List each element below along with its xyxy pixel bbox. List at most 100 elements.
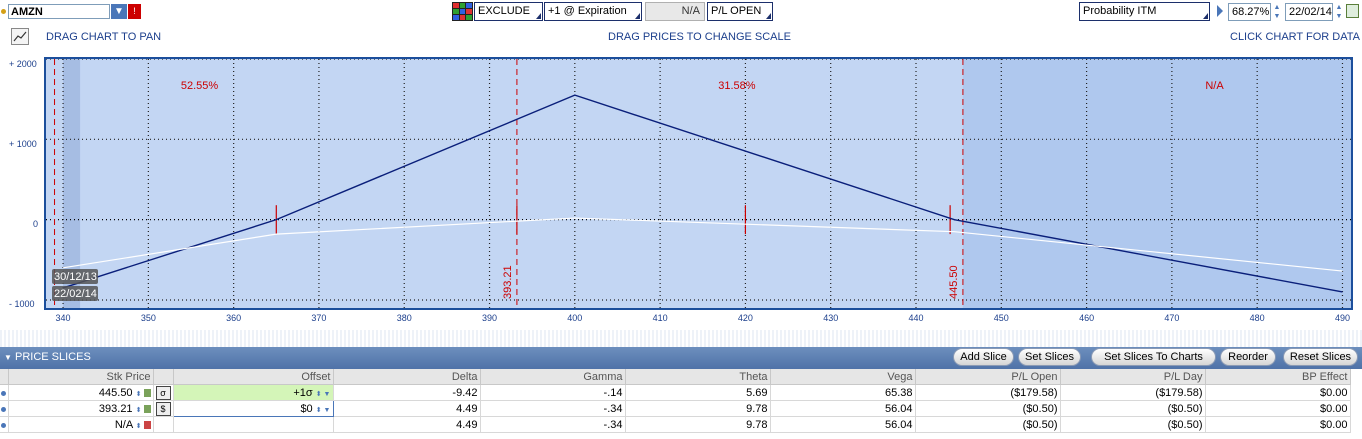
delta-cell: 4.49	[333, 400, 481, 417]
vega-cell: 56.04	[770, 416, 916, 433]
risk-profile-chart[interactable]: 52.55% 31.58% N/A 393.21 445.50 30/12/13 22/02…	[44, 57, 1353, 310]
offset-value: +1σ	[293, 386, 313, 399]
pl-open-cell: ($0.50)	[915, 400, 1061, 417]
table-row[interactable]: 445.50 ⬍ σ +1σ ⬍ ▼ -9.42 -.14 5.69 65.38…	[0, 384, 1351, 401]
x-tick-label: 480	[1249, 313, 1265, 323]
price-slices-table: Stk Price Offset Delta Gamma Theta Vega …	[0, 369, 1351, 433]
x-tick-label: 440	[908, 313, 924, 323]
table-row[interactable]: N/A ⬍ 4.49 -.34 9.78 56.04 ($0.50) ($0.5…	[0, 416, 1351, 433]
col-stk-price[interactable]: Stk Price	[8, 369, 154, 385]
offset-cell[interactable]	[173, 416, 334, 433]
offset-cell[interactable]: +1σ ⬍ ▼	[173, 384, 334, 401]
set-slices-button[interactable]: Set Slices	[1018, 348, 1081, 366]
x-tick-label: 410	[652, 313, 668, 323]
x-tick-label: 360	[226, 313, 242, 323]
stk-price-value: 445.50	[98, 386, 133, 399]
table-row[interactable]: 393.21 ⬍ $ $0 ⬍ ▼ 4.49 -.34 9.78 56.04 (…	[0, 400, 1351, 417]
set-slices-to-charts-button[interactable]: Set Slices To Charts	[1091, 348, 1216, 366]
x-tick-label: 390	[482, 313, 498, 323]
sigma-toggle-icon[interactable]: σ	[155, 385, 171, 400]
col-delta[interactable]: Delta	[333, 369, 481, 385]
symbol-flag-icon[interactable]: !	[128, 4, 141, 19]
col-offset[interactable]: Offset	[173, 369, 334, 385]
stepper-icon[interactable]: ⬍ ▼	[316, 407, 331, 414]
add-slice-button[interactable]: Add Slice	[953, 348, 1014, 366]
probability-spinner[interactable]: ▲ ▼	[1272, 3, 1282, 21]
col-pl-open[interactable]: P/L Open	[915, 369, 1061, 385]
na-zone	[962, 59, 1351, 308]
gamma-cell: -.14	[480, 384, 626, 401]
lock-icon[interactable]	[143, 388, 151, 397]
exclude-select[interactable]: EXCLUDE	[474, 2, 543, 21]
probability-value-field[interactable]: 68.27%	[1228, 3, 1271, 21]
symbol-dropdown-button[interactable]: ▼	[111, 4, 127, 19]
lock-icon[interactable]	[143, 404, 151, 413]
row-indicator-icon	[1, 422, 7, 428]
dollar-toggle-icon[interactable]: $	[155, 401, 171, 416]
stk-price-value: N/A	[114, 418, 133, 431]
probability-zone-label: 52.55%	[181, 80, 219, 92]
expiration-select[interactable]: +1 @ Expiration	[544, 2, 642, 21]
offset-value: $0	[300, 402, 313, 415]
stepper-icon[interactable]: ⬍	[136, 423, 142, 430]
divider	[0, 330, 1362, 347]
col-pl-day[interactable]: P/L Day	[1060, 369, 1206, 385]
play-icon[interactable]	[1217, 5, 1223, 17]
x-tick-label: 470	[1164, 313, 1180, 323]
reset-slices-button[interactable]: Reset Slices	[1283, 348, 1358, 366]
color-grid-icon[interactable]	[452, 2, 473, 21]
drag-pan-hint: DRAG CHART TO PAN	[46, 31, 162, 43]
price-marker-label: 393.21	[502, 265, 514, 299]
col-gamma[interactable]: Gamma	[480, 369, 626, 385]
gamma-cell: -.34	[480, 416, 626, 433]
status-dot	[1, 9, 6, 14]
offset-cell[interactable]: $0 ⬍ ▼	[172, 400, 334, 417]
pl-day-cell: ($0.50)	[1060, 416, 1206, 433]
y-tick-label: + 1000	[9, 139, 37, 149]
gamma-cell: -.34	[480, 400, 626, 417]
theta-cell: 5.69	[625, 384, 771, 401]
stk-price-value: 393.21	[98, 402, 133, 415]
col-theta[interactable]: Theta	[625, 369, 771, 385]
bp-effect-cell: $0.00	[1205, 416, 1351, 433]
probability-zone-label: 31.58%	[718, 80, 756, 92]
probability-zone-label: N/A	[1205, 80, 1224, 92]
symbol-input[interactable]: AMZN	[8, 4, 110, 19]
stepper-icon[interactable]: ⬍	[136, 391, 142, 398]
stk-price-cell[interactable]: 393.21 ⬍	[8, 400, 154, 417]
calendar-icon[interactable]	[1346, 4, 1359, 18]
pl-open-cell: ($179.58)	[915, 384, 1061, 401]
chevron-down-icon	[635, 13, 640, 19]
stk-price-cell[interactable]: N/A ⬍	[8, 416, 154, 433]
vega-cell: 65.38	[770, 384, 916, 401]
x-tick-label: 430	[823, 313, 839, 323]
na-field[interactable]: N/A	[645, 2, 705, 21]
date-field[interactable]: 22/02/14	[1285, 3, 1333, 21]
date-badge-label: 30/12/13	[54, 271, 97, 283]
reorder-button[interactable]: Reorder	[1220, 348, 1276, 366]
pl-open-label: P/L OPEN	[711, 5, 762, 17]
price-marker-label: 445.50	[948, 265, 960, 299]
pl-open-select[interactable]: P/L OPEN	[707, 2, 773, 21]
x-tick-label: 370	[311, 313, 327, 323]
delta-cell: 4.49	[333, 416, 481, 433]
x-tick-label: 490	[1334, 313, 1350, 323]
chart-canvas[interactable]: 52.55% 31.58% N/A 393.21 445.50 30/12/13 22/02…	[46, 59, 1351, 308]
stk-price-cell[interactable]: 445.50 ⬍	[8, 384, 154, 401]
lock-icon[interactable]	[143, 420, 151, 429]
stepper-icon[interactable]: ⬍	[136, 407, 142, 414]
date-spinner[interactable]: ▲ ▼	[1334, 3, 1344, 21]
col-bp-effect[interactable]: BP Effect	[1205, 369, 1351, 385]
chart-type-icon[interactable]	[11, 28, 29, 45]
probability-select[interactable]: Probability ITM	[1079, 2, 1210, 21]
price-slices-label: PRICE SLICES	[14, 351, 91, 363]
theta-cell: 9.78	[625, 416, 771, 433]
col-vega[interactable]: Vega	[770, 369, 916, 385]
y-tick-label: - 1000	[9, 299, 35, 309]
probability-label: Probability ITM	[1083, 5, 1157, 17]
x-tick-label: 340	[55, 313, 71, 323]
pl-day-cell: ($179.58)	[1060, 384, 1206, 401]
stepper-icon[interactable]: ⬍ ▼	[316, 391, 331, 398]
price-slices-title[interactable]: ▼ PRICE SLICES	[4, 351, 91, 363]
x-tick-label: 420	[737, 313, 753, 323]
